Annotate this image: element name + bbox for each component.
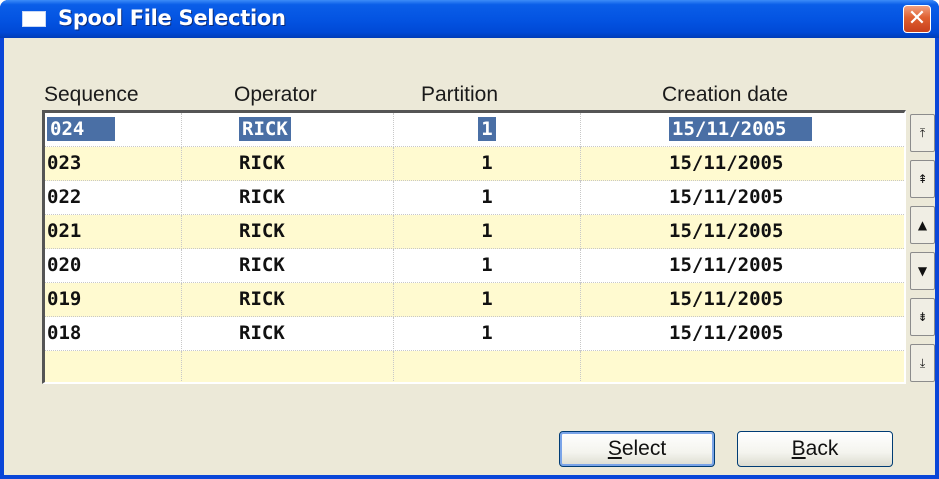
back-button-label: ack [805,437,839,460]
table-row[interactable]: 023 RICK 1 15/11/2005 [45,147,904,181]
creation-date-cell [581,351,904,382]
partition-cell: 1 [394,147,581,181]
operator-cell: RICK [182,181,394,215]
partition-cell: 1 [478,117,496,141]
sequence-cell: 020 [45,249,182,283]
sequence-cell: 019 [45,283,182,317]
table-row[interactable]: 024 RICK 1 15/11/2005 [45,113,904,147]
table-row[interactable]: 020 RICK 1 15/11/2005 [45,249,904,283]
partition-cell: 1 [394,181,581,215]
scroll-up-button[interactable]: ▲ [910,206,935,244]
back-button[interactable]: Back [737,431,893,467]
operator-cell: RICK [239,117,291,141]
select-button-label: elect [621,437,667,460]
title-bar[interactable]: Spool File Selection ✕ [0,0,939,38]
scroll-first-button[interactable]: ⤒ [910,114,935,152]
scroll-page-up-icon: ⇞ [917,172,928,186]
sequence-cell: 023 [45,147,182,181]
sequence-cell: 021 [45,215,182,249]
sequence-cell [45,351,182,382]
spool-file-grid[interactable]: 024 RICK 1 15/11/2005 023 RICK 1 15/11/2… [42,110,906,384]
column-header-sequence[interactable]: Sequence [44,83,139,107]
creation-date-cell: 15/11/2005 [669,288,784,310]
creation-date-cell: 15/11/2005 [669,254,784,276]
operator-cell: RICK [182,215,394,249]
operator-cell: RICK [182,249,394,283]
table-row[interactable]: 019 RICK 1 15/11/2005 [45,283,904,317]
scroll-page-up-button[interactable]: ⇞ [910,160,935,198]
scroll-page-down-icon: ⇟ [917,310,928,324]
scroll-first-icon: ⤒ [919,126,926,140]
select-button-mnemonic: S [607,437,622,460]
partition-cell [394,351,581,382]
column-header-operator[interactable]: Operator [234,83,317,107]
table-row[interactable]: 022 RICK 1 15/11/2005 [45,181,904,215]
table-row[interactable]: 021 RICK 1 15/11/2005 [45,215,904,249]
scroll-down-button[interactable]: ▼ [910,252,935,290]
scroll-down-icon: ▼ [917,264,928,278]
grid-scrollbar: ⤒ ⇞ ▲ ▼ ⇟ ⤓ [910,110,935,390]
close-button[interactable]: ✕ [903,5,931,33]
sequence-cell: 022 [45,181,182,215]
empty-table-row[interactable] [45,351,904,382]
scroll-up-icon: ▲ [917,218,928,232]
scroll-last-button[interactable]: ⤓ [910,344,935,382]
partition-cell: 1 [394,215,581,249]
creation-date-cell: 15/11/2005 [669,186,784,208]
scroll-last-icon: ⤓ [919,356,926,370]
column-headers: Sequence Operator Partition Creation dat… [4,83,904,109]
scroll-page-down-button[interactable]: ⇟ [910,298,935,336]
partition-cell: 1 [394,317,581,351]
creation-date-cell: 15/11/2005 [669,117,813,141]
sequence-cell: 018 [45,317,182,351]
select-button[interactable]: Select [559,431,715,467]
operator-cell: RICK [182,317,394,351]
creation-date-cell: 15/11/2005 [669,152,784,174]
window-title: Spool File Selection [58,6,286,30]
partition-cell: 1 [394,283,581,317]
operator-cell [182,351,394,382]
window-icon [22,11,46,27]
column-header-partition[interactable]: Partition [421,83,498,107]
creation-date-cell: 15/11/2005 [669,220,784,242]
operator-cell: RICK [182,147,394,181]
creation-date-cell: 15/11/2005 [669,322,784,344]
sequence-cell: 024 [47,117,116,141]
spool-file-selection-dialog: Spool File Selection ✕ Sequence Operator… [0,0,939,479]
operator-cell: RICK [182,283,394,317]
column-header-creation-date[interactable]: Creation date [662,83,788,107]
partition-cell: 1 [394,249,581,283]
table-row[interactable]: 018 RICK 1 15/11/2005 [45,317,904,351]
back-button-mnemonic: B [791,437,806,460]
